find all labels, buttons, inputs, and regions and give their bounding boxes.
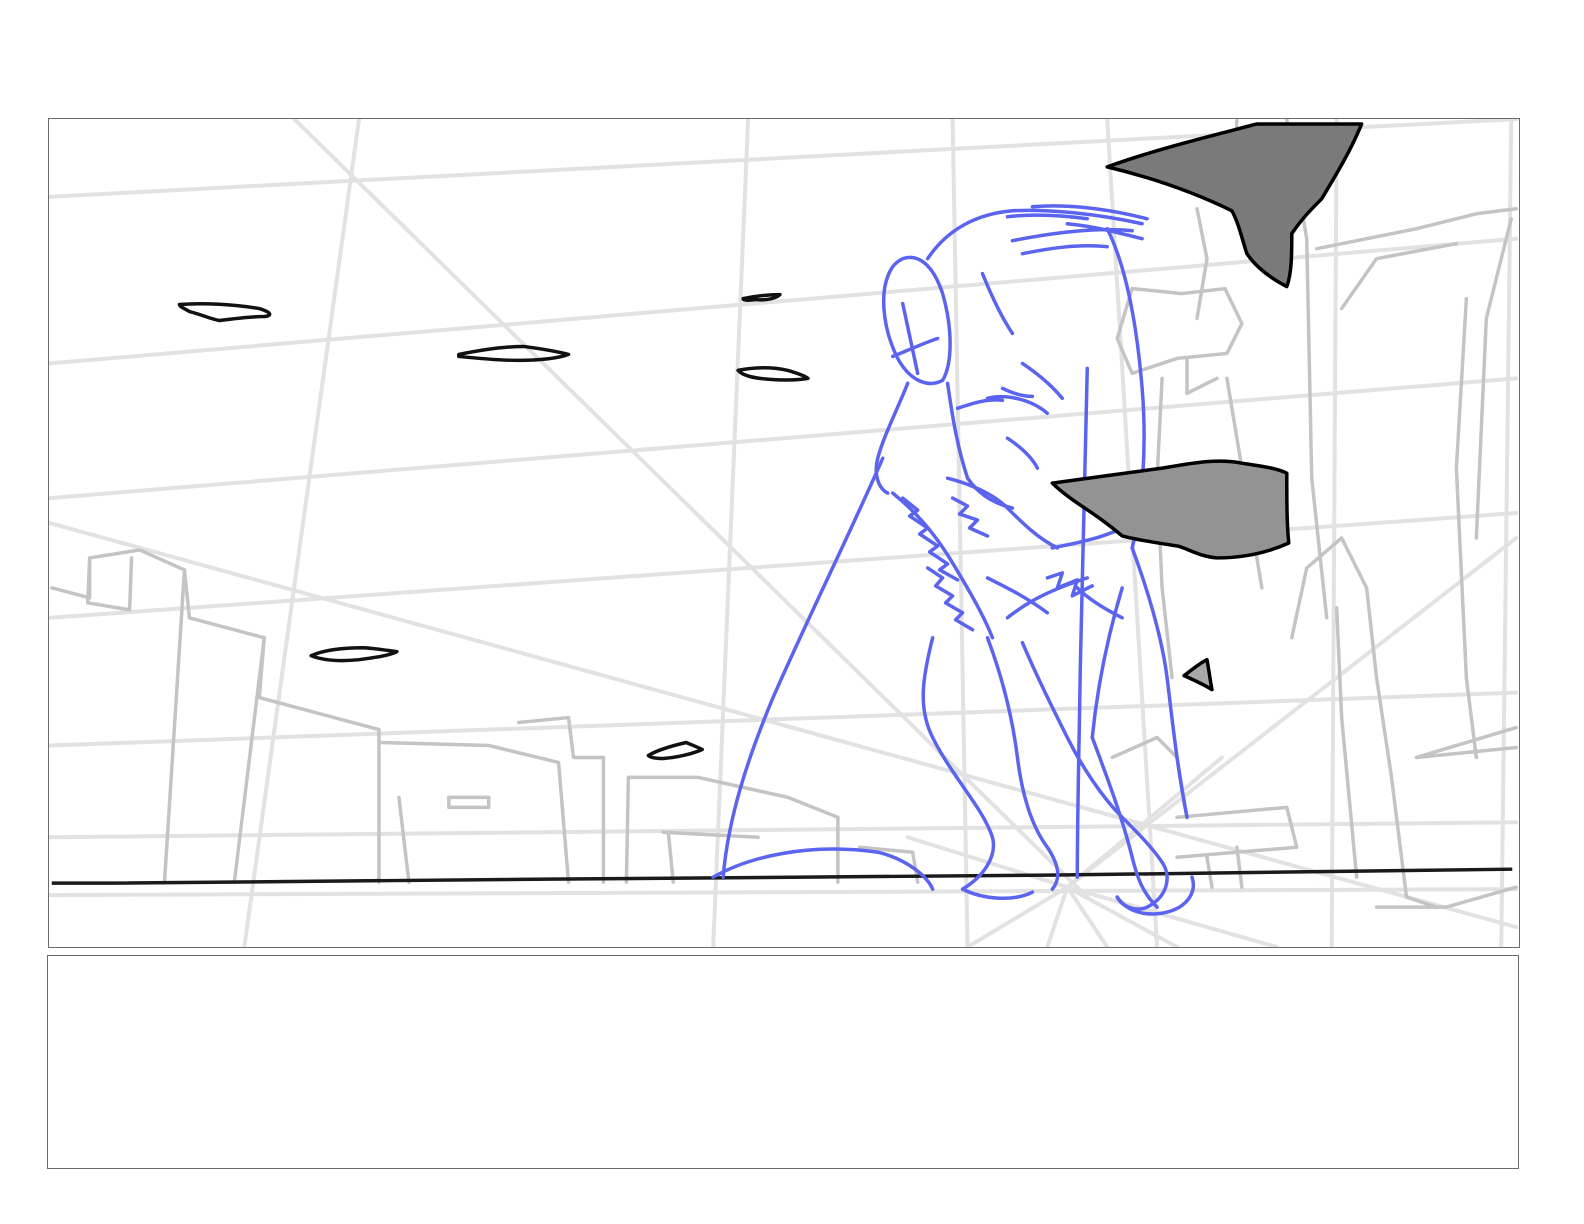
perspective-grid: [49, 119, 1519, 947]
figure-sketch: [711, 204, 1195, 916]
storyboard-notes-panel: [47, 955, 1519, 1169]
floating-debris: [177, 292, 810, 761]
storyboard-sketch: [49, 119, 1519, 947]
storyboard-drawing-panel: [48, 118, 1520, 948]
background-buildings-sketch: [50, 119, 1518, 909]
horizon-line: [51, 867, 1513, 885]
